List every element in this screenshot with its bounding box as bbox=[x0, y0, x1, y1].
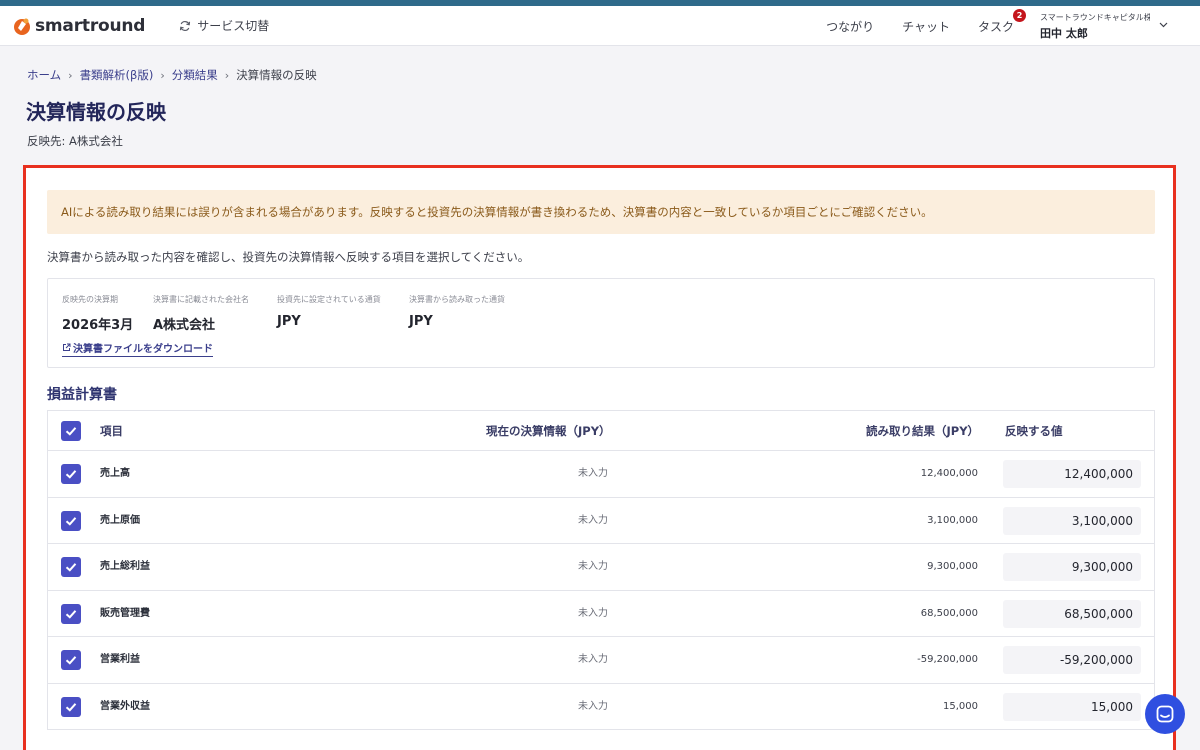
breadcrumb-current: 決算情報の反映 bbox=[236, 68, 317, 82]
row-checkbox[interactable] bbox=[61, 696, 81, 717]
row-current-value: 未入力 bbox=[578, 514, 608, 526]
info-investee-currency: 投資先に設定されている通貨 JPY bbox=[277, 294, 381, 329]
column-header-reflect: 反映する値 bbox=[1005, 424, 1063, 438]
row-reflect-input[interactable] bbox=[1003, 646, 1141, 674]
breadcrumb-classification-result[interactable]: 分類結果 bbox=[172, 67, 218, 83]
info-company-name: 決算書に記載された会社名 A株式会社 bbox=[153, 294, 249, 333]
refresh-icon bbox=[180, 20, 191, 31]
row-item-label: 販売管理費 bbox=[100, 607, 150, 619]
table-row: 売上総利益 未入力 9,300,000 bbox=[48, 544, 1154, 591]
row-current-value: 未入力 bbox=[578, 561, 608, 572]
app-header: smartround サービス切替 つながり チャット タスク 2 スマートラウ… bbox=[0, 6, 1200, 46]
table-body: 売上高未入力12,400,000売上原価未入力3,100,000売上総利益未入力… bbox=[48, 451, 1154, 730]
check-icon bbox=[65, 702, 77, 712]
logo[interactable]: smartround bbox=[12, 16, 145, 36]
row-item-label: 売上総利益 bbox=[100, 561, 150, 572]
nav-tasks[interactable]: タスク 2 bbox=[977, 8, 1026, 35]
row-checkbox[interactable] bbox=[61, 464, 81, 484]
check-icon bbox=[65, 470, 77, 479]
check-icon bbox=[65, 609, 77, 619]
info-label: 決算書から読み取った通貨 bbox=[409, 295, 505, 304]
financial-info-summary: 反映先の決算期 2026年3月 決算書に記載された会社名 A株式会社 投資先に設… bbox=[47, 278, 1155, 368]
table-row: 営業外収益 未入力 15,000 bbox=[48, 684, 1154, 730]
row-current-value: 未入力 bbox=[578, 700, 608, 712]
income-statement-table: 項目 現在の決算情報（JPY） 読み取り結果（JPY） 反映する値 売上高 未入力… bbox=[47, 410, 1155, 730]
row-checkbox[interactable] bbox=[61, 557, 81, 577]
check-icon bbox=[65, 516, 77, 526]
reflection-panel: AIによる読み取り結果には誤りが含まれる場合があります。反映すると投資先の決算情… bbox=[23, 165, 1176, 750]
row-checkbox[interactable] bbox=[61, 650, 81, 670]
row-read-value: 12,400,000 bbox=[920, 468, 978, 479]
chevron-down-icon bbox=[1159, 22, 1168, 27]
external-link-icon bbox=[63, 343, 71, 351]
breadcrumb: ホーム › 書類解析(β版) › 分類結果 › 決算情報の反映 bbox=[27, 67, 317, 83]
nav-connections[interactable]: つながり bbox=[826, 18, 874, 35]
row-current-value: 未入力 bbox=[578, 607, 608, 619]
row-checkbox[interactable] bbox=[61, 510, 81, 531]
chat-icon bbox=[1156, 705, 1174, 723]
chevron-right-icon: › bbox=[224, 68, 230, 82]
reflection-target: 反映先: A株式会社 bbox=[27, 134, 123, 148]
chevron-right-icon: › bbox=[68, 68, 73, 82]
task-count-badge: 2 bbox=[1013, 8, 1026, 22]
info-value: JPY bbox=[409, 314, 433, 329]
column-header-item: 項目 bbox=[100, 424, 123, 438]
download-statement-link[interactable]: 決算書ファイルをダウンロード bbox=[62, 340, 213, 357]
table-row: 売上高 未入力 12,400,000 bbox=[48, 451, 1154, 498]
page-title: 決算情報の反映 bbox=[26, 100, 166, 124]
download-label: 決算書ファイルをダウンロード bbox=[73, 344, 213, 355]
info-value: 2026年3月 bbox=[62, 318, 134, 333]
user-menu[interactable]: スマートラウンドキャピタル株式… 田中 太郎 bbox=[1040, 12, 1190, 41]
column-header-read: 読み取り結果（JPY） bbox=[866, 424, 980, 438]
info-fiscal-period: 反映先の決算期 2026年3月 bbox=[62, 294, 133, 333]
check-icon bbox=[65, 656, 77, 665]
select-all-checkbox[interactable] bbox=[61, 421, 81, 441]
row-read-value: 3,100,000 bbox=[927, 514, 978, 526]
service-switch-button[interactable]: サービス切替 bbox=[179, 17, 269, 34]
breadcrumb-home[interactable]: ホーム bbox=[27, 67, 61, 83]
info-label: 反映先の決算期 bbox=[62, 295, 118, 304]
table-header: 項目 現在の決算情報（JPY） 読み取り結果（JPY） 反映する値 bbox=[48, 411, 1154, 451]
table-row: 売上原価 未入力 3,100,000 bbox=[48, 498, 1154, 544]
nav-chat[interactable]: チャット bbox=[902, 18, 950, 35]
row-reflect-input[interactable] bbox=[1003, 460, 1141, 488]
row-read-value: 68,500,000 bbox=[920, 607, 978, 619]
info-value: A株式会社 bbox=[153, 318, 216, 333]
breadcrumb-document-analysis[interactable]: 書類解析(β版) bbox=[80, 67, 154, 83]
row-item-label: 営業外収益 bbox=[100, 700, 150, 712]
table-row: 販売管理費 未入力 68,500,000 bbox=[48, 591, 1154, 637]
row-item-label: 売上原価 bbox=[100, 514, 140, 526]
ai-warning-banner: AIによる読み取り結果には誤りが含まれる場合があります。反映すると投資先の決算情… bbox=[47, 190, 1155, 234]
section-title-income-statement: 損益計算書 bbox=[47, 387, 117, 403]
row-reflect-input[interactable] bbox=[1003, 599, 1141, 628]
row-item-label: 売上高 bbox=[100, 468, 130, 479]
row-checkbox[interactable] bbox=[61, 603, 81, 624]
row-item-label: 営業利益 bbox=[100, 654, 140, 665]
row-reflect-input[interactable] bbox=[1003, 553, 1141, 581]
nav-tasks-label: タスク bbox=[977, 19, 1014, 34]
smartround-logo-icon bbox=[14, 18, 30, 35]
column-header-current: 現在の決算情報（JPY） bbox=[486, 424, 611, 438]
info-value: JPY bbox=[277, 314, 301, 329]
logo-text: smartround bbox=[35, 15, 146, 36]
info-read-currency: 決算書から読み取った通貨 JPY bbox=[409, 294, 505, 329]
service-switch-label: サービス切替 bbox=[197, 19, 270, 33]
instruction-text: 決算書から読み取った内容を確認し、投資先の決算情報へ反映する項目を選択してくださ… bbox=[47, 250, 530, 264]
check-icon bbox=[65, 427, 77, 436]
row-read-value: -59,200,000 bbox=[917, 654, 978, 665]
user-company: スマートラウンドキャピタル株式… bbox=[1040, 12, 1150, 22]
row-reflect-input[interactable] bbox=[1003, 506, 1141, 535]
row-read-value: 9,300,000 bbox=[927, 561, 978, 572]
chat-support-button[interactable] bbox=[1145, 694, 1185, 734]
row-current-value: 未入力 bbox=[578, 654, 608, 665]
row-current-value: 未入力 bbox=[578, 468, 608, 479]
chevron-right-icon: › bbox=[160, 68, 165, 82]
table-row: 営業利益 未入力 -59,200,000 bbox=[48, 637, 1154, 684]
info-label: 投資先に設定されている通貨 bbox=[277, 295, 381, 304]
row-read-value: 15,000 bbox=[943, 700, 978, 712]
row-reflect-input[interactable] bbox=[1003, 692, 1141, 721]
info-label: 決算書に記載された会社名 bbox=[153, 295, 249, 304]
check-icon bbox=[65, 563, 77, 572]
